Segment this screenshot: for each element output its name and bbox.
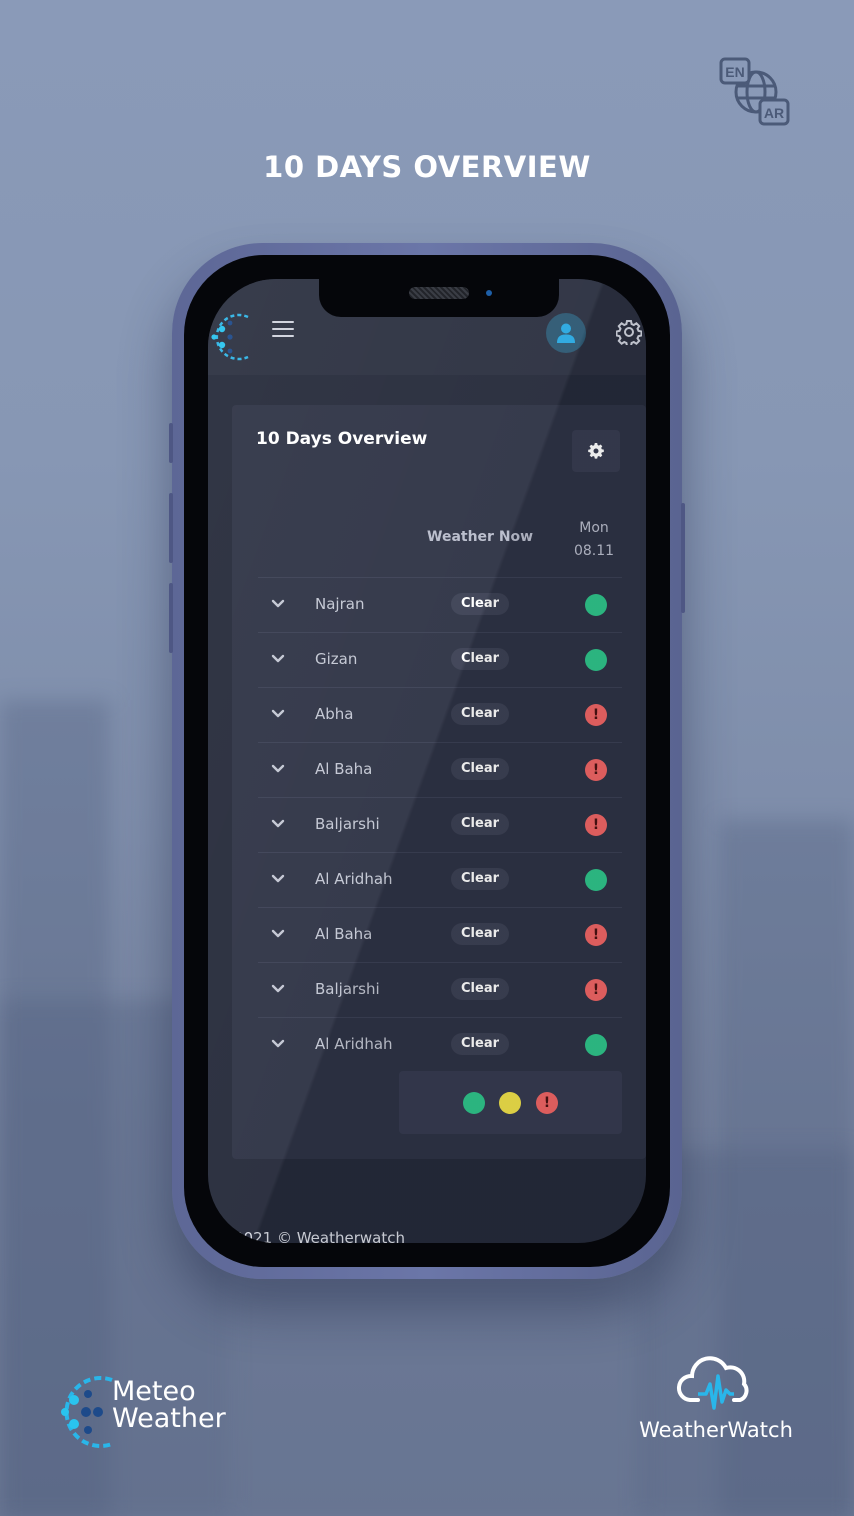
alert-status-icon: ! xyxy=(585,924,607,946)
weather-badge: Clear xyxy=(451,758,509,780)
table-row[interactable]: Abha Clear! xyxy=(258,687,622,742)
table-row[interactable]: Najran Clear xyxy=(258,577,622,632)
card-title: 10 Days Overview xyxy=(256,429,428,449)
weather-badge: Clear xyxy=(451,868,509,890)
card-settings-button[interactable] xyxy=(572,430,620,472)
chevron-down-icon[interactable] xyxy=(270,871,286,887)
legend-alert-icon: ! xyxy=(536,1092,558,1114)
language-switch-button[interactable]: EN AR xyxy=(718,56,792,130)
city-name: Gizan xyxy=(315,650,358,668)
table-row[interactable]: Gizan Clear xyxy=(258,632,622,687)
city-name: Al Aridhah xyxy=(315,870,393,888)
lang-to: AR xyxy=(764,105,784,121)
meteo-weather-brand: Meteo Weather xyxy=(58,1370,248,1454)
chevron-down-icon[interactable] xyxy=(270,761,286,777)
table-row[interactable]: Al Aridhah Clear xyxy=(258,1017,622,1072)
meteo-logo-icon[interactable] xyxy=(208,309,256,365)
status-dot xyxy=(585,1034,607,1056)
status-dot xyxy=(585,649,607,671)
status-dot xyxy=(585,594,607,616)
city-name: Najran xyxy=(315,595,365,613)
weatherwatch-text: WeatherWatch xyxy=(639,1418,793,1442)
chevron-down-icon[interactable] xyxy=(270,706,286,722)
legend-ok-dot xyxy=(463,1092,485,1114)
hamburger-menu-icon xyxy=(272,321,294,323)
column-header-weather-now: Weather Now xyxy=(427,529,534,545)
legend-warning-dot xyxy=(499,1092,521,1114)
city-name: Baljarshi xyxy=(315,815,380,833)
weather-badge: Clear xyxy=(451,813,509,835)
table-row[interactable]: Baljarshi Clear! xyxy=(258,962,622,1017)
overview-card: 10 Days Overview Weather Now Mon 08.11 N… xyxy=(232,405,646,1159)
weather-badge: Clear xyxy=(451,703,509,725)
weather-badge: Clear xyxy=(451,978,509,1000)
table-row[interactable]: Al Baha Clear! xyxy=(258,907,622,962)
alert-status-icon: ! xyxy=(585,979,607,1001)
speaker-grille xyxy=(409,287,469,299)
weather-badge: Clear xyxy=(451,1033,509,1055)
city-name: Baljarshi xyxy=(315,980,380,998)
chevron-down-icon[interactable] xyxy=(270,926,286,942)
user-icon xyxy=(557,323,575,343)
column-date: 08.11 xyxy=(573,543,615,559)
phone-side-button xyxy=(169,423,173,463)
city-name: Al Baha xyxy=(315,925,373,943)
gear-icon xyxy=(588,443,604,459)
meteo-weather-logo-icon xyxy=(61,1376,113,1448)
column-day: Mon xyxy=(579,520,609,536)
city-name: Al Aridhah xyxy=(315,1035,393,1053)
settings-gear-icon[interactable] xyxy=(616,319,642,345)
chevron-down-icon[interactable] xyxy=(270,1036,286,1052)
footer-copyright: 2021 © Weatherwatch xyxy=(234,1229,405,1243)
city-name: Abha xyxy=(315,705,354,723)
phone-notch xyxy=(319,279,559,317)
phone-volume-down xyxy=(169,583,173,653)
front-camera xyxy=(486,290,492,296)
app-screen: 10 Days Overview Weather Now Mon 08.11 N… xyxy=(208,279,646,1243)
phone-power-button xyxy=(681,503,685,613)
user-profile-button[interactable] xyxy=(546,313,586,353)
phone-volume-up xyxy=(169,493,173,563)
weather-badge: Clear xyxy=(451,648,509,670)
table-row[interactable]: Al Baha Clear! xyxy=(258,742,622,797)
chevron-down-icon[interactable] xyxy=(270,816,286,832)
column-header-date: Mon 08.11 xyxy=(567,517,621,563)
meteo-weather-text: Meteo Weather xyxy=(112,1376,226,1434)
phone-mockup: 10 Days Overview Weather Now Mon 08.11 N… xyxy=(169,243,685,1279)
alert-status-icon: ! xyxy=(585,814,607,836)
globe-language-icon: EN AR xyxy=(719,57,790,126)
weather-badge: Clear xyxy=(451,923,509,945)
city-name: Al Baha xyxy=(315,760,373,778)
alert-status-icon: ! xyxy=(585,704,607,726)
lang-from: EN xyxy=(725,64,744,80)
weather-badge: Clear xyxy=(451,593,509,615)
weatherwatch-brand: WeatherWatch xyxy=(636,1352,796,1452)
table-row[interactable]: Al Aridhah Clear xyxy=(258,852,622,907)
alert-status-icon: ! xyxy=(585,759,607,781)
chevron-down-icon[interactable] xyxy=(270,596,286,612)
chevron-down-icon[interactable] xyxy=(270,651,286,667)
chevron-down-icon[interactable] xyxy=(270,981,286,997)
table-row[interactable]: Baljarshi Clear! xyxy=(258,797,622,852)
page-title: 10 DAYS OVERVIEW xyxy=(263,150,591,184)
status-dot xyxy=(585,869,607,891)
city-table: Najran Clear Gizan Clear Abha Clear! Al Baha Cl… xyxy=(258,577,622,1072)
cloud-pulse-icon xyxy=(677,1356,749,1410)
hamburger-menu-button[interactable] xyxy=(272,321,294,341)
status-legend: ! xyxy=(399,1071,622,1134)
